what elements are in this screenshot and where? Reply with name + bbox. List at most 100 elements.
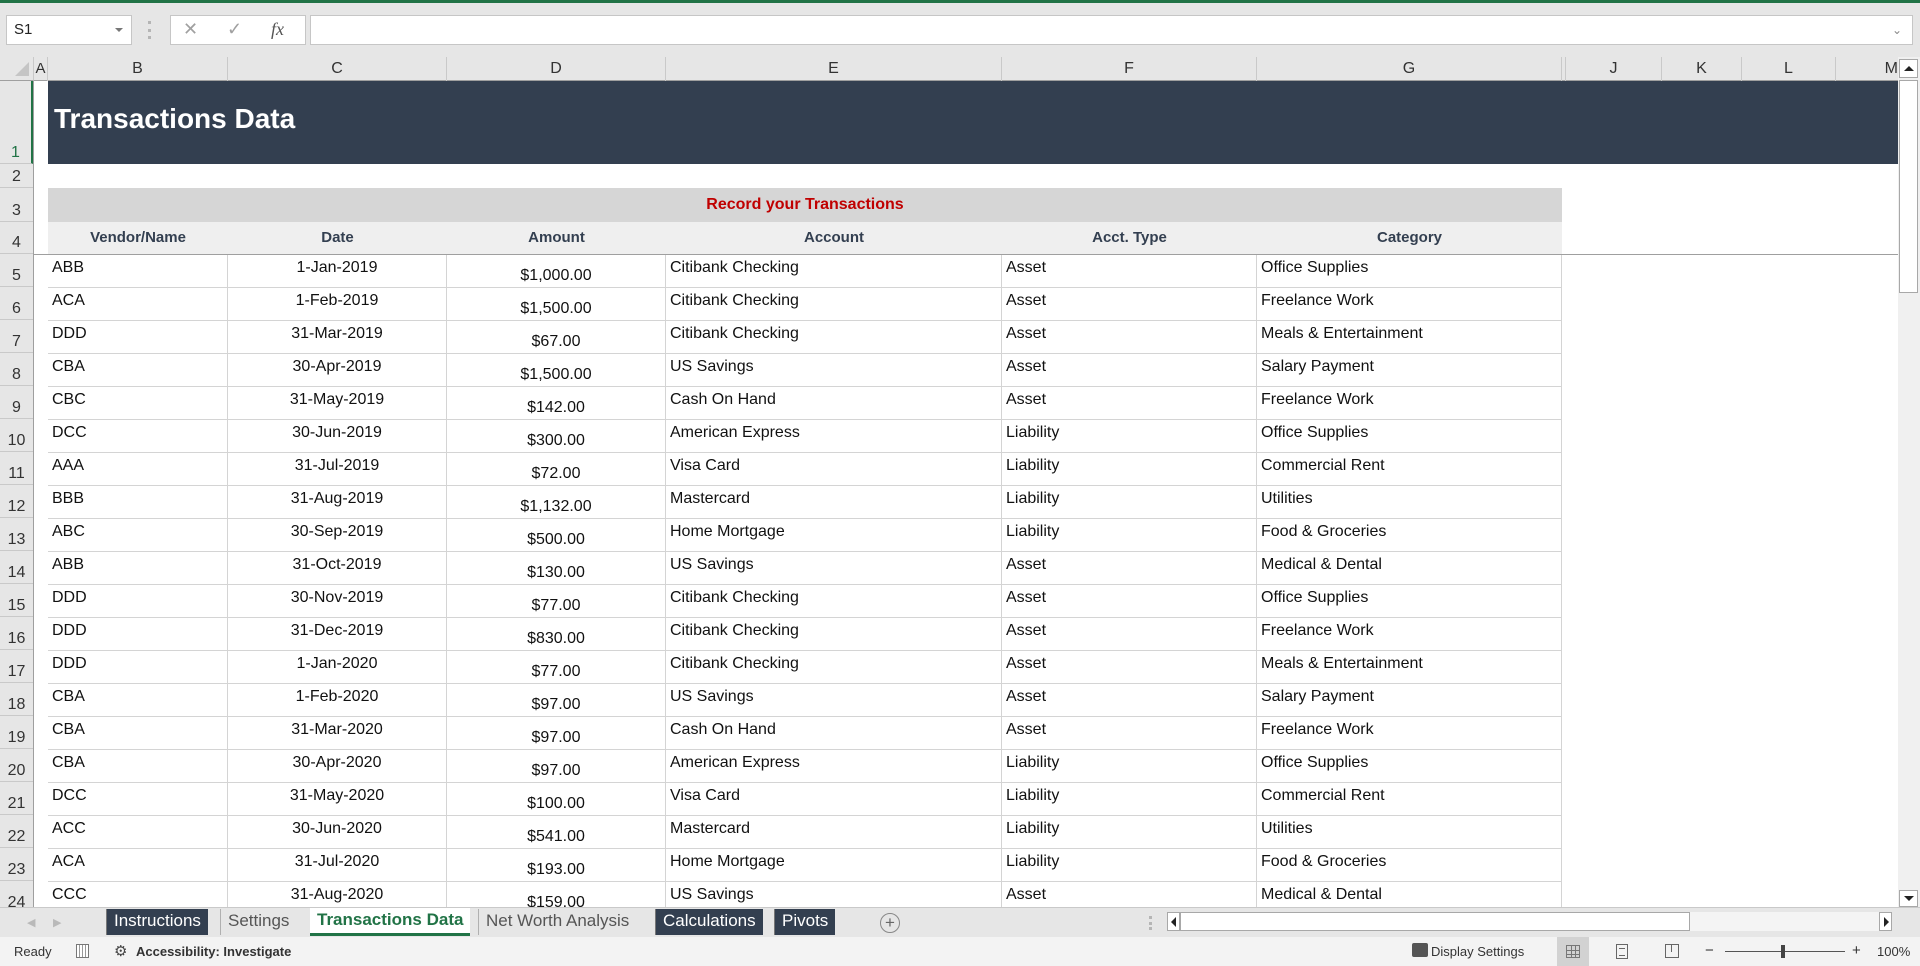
cell-amount[interactable]: $159.00	[447, 882, 666, 907]
cell-account[interactable]: Citibank Checking	[666, 321, 1002, 354]
tab-transactions-data[interactable]: Transactions Data	[310, 908, 471, 936]
header-date[interactable]: Date	[228, 229, 447, 246]
cell-amount[interactable]: $1,000.00	[447, 255, 666, 288]
cell-account[interactable]: Cash On Hand	[666, 717, 1002, 750]
cell-account[interactable]: US Savings	[666, 552, 1002, 585]
cell-acct-type[interactable]: Asset	[1002, 255, 1257, 288]
header-category[interactable]: Category	[1257, 229, 1562, 246]
cell-amount[interactable]: $1,500.00	[447, 288, 666, 321]
header-acct-type[interactable]: Acct. Type	[1002, 229, 1257, 246]
tab-settings[interactable]: Settings	[220, 909, 296, 935]
formula-bar-grip[interactable]	[148, 21, 151, 39]
accessibility-status[interactable]: Accessibility: Investigate	[136, 944, 291, 959]
cell-date[interactable]: 31-Jul-2020	[228, 849, 447, 882]
cell-account[interactable]: Cash On Hand	[666, 387, 1002, 420]
cell-category[interactable]: Freelance Work	[1257, 618, 1562, 651]
cell-amount[interactable]: $142.00	[447, 387, 666, 420]
cell-acct-type[interactable]: Asset	[1002, 387, 1257, 420]
cell-category[interactable]: Salary Payment	[1257, 684, 1562, 717]
cell-date[interactable]: 31-Dec-2019	[228, 618, 447, 651]
cell-date[interactable]: 30-Apr-2020	[228, 750, 447, 783]
header-amount[interactable]: Amount	[447, 229, 666, 246]
cell-vendor[interactable]: DDD	[48, 651, 228, 684]
cell-amount[interactable]: $77.00	[447, 651, 666, 684]
column-header-a[interactable]: A	[34, 57, 48, 81]
name-box[interactable]: S1	[6, 15, 132, 45]
cell-account[interactable]: Citibank Checking	[666, 585, 1002, 618]
cell-acct-type[interactable]: Liability	[1002, 420, 1257, 453]
column-header-e[interactable]: E	[666, 57, 1002, 81]
cell-vendor[interactable]: ABB	[48, 552, 228, 585]
cell-account[interactable]: Home Mortgage	[666, 849, 1002, 882]
cell-account[interactable]: American Express	[666, 750, 1002, 783]
row-header-12[interactable]: 12	[0, 485, 33, 518]
cell-category[interactable]: Food & Groceries	[1257, 519, 1562, 552]
cell-vendor[interactable]: DCC	[48, 420, 228, 453]
cell-acct-type[interactable]: Liability	[1002, 519, 1257, 552]
column-header-j[interactable]: J	[1566, 57, 1662, 81]
cell-category[interactable]: Office Supplies	[1257, 585, 1562, 618]
zoom-out-button[interactable]: −	[1705, 942, 1714, 959]
cell-category[interactable]: Freelance Work	[1257, 387, 1562, 420]
column-header-g[interactable]: G	[1257, 57, 1562, 81]
cell-amount[interactable]: $1,132.00	[447, 486, 666, 519]
chevron-down-icon[interactable]	[115, 28, 123, 32]
cell-amount[interactable]: $500.00	[447, 519, 666, 552]
column-header-d[interactable]: D	[447, 57, 666, 81]
row-header-11[interactable]: 11	[0, 452, 33, 485]
row-header-7[interactable]: 7	[0, 320, 33, 353]
zoom-slider-knob[interactable]	[1781, 945, 1785, 958]
cell-amount[interactable]: $100.00	[447, 783, 666, 816]
cell-category[interactable]: Freelance Work	[1257, 288, 1562, 321]
page-break-view-button[interactable]	[1655, 937, 1687, 966]
cell-vendor[interactable]: ABB	[48, 255, 228, 288]
cell-date[interactable]: 1-Feb-2019	[228, 288, 447, 321]
cell-date[interactable]: 31-May-2020	[228, 783, 447, 816]
zoom-in-button[interactable]: +	[1852, 942, 1861, 959]
cell-account[interactable]: Home Mortgage	[666, 519, 1002, 552]
column-header-k[interactable]: K	[1662, 57, 1742, 81]
cell-date[interactable]: 31-Mar-2020	[228, 717, 447, 750]
cell-category[interactable]: Freelance Work	[1257, 717, 1562, 750]
cell-category[interactable]: Meals & Entertainment	[1257, 651, 1562, 684]
cell-amount[interactable]: $830.00	[447, 618, 666, 651]
row-header-1[interactable]: 1	[0, 81, 33, 164]
row-header-5[interactable]: 5	[0, 254, 33, 287]
cell-date[interactable]: 31-Oct-2019	[228, 552, 447, 585]
cell-acct-type[interactable]: Asset	[1002, 651, 1257, 684]
cell-category[interactable]: Medical & Dental	[1257, 882, 1562, 907]
cell-date[interactable]: 1-Feb-2020	[228, 684, 447, 717]
worksheet[interactable]: Transactions Data Record your Transactio…	[34, 81, 1898, 907]
cell-amount[interactable]: $97.00	[447, 684, 666, 717]
cell-account[interactable]: US Savings	[666, 354, 1002, 387]
cell-category[interactable]: Office Supplies	[1257, 255, 1562, 288]
enter-icon[interactable]: ✓	[227, 19, 242, 40]
add-sheet-icon[interactable]: +	[880, 913, 900, 933]
cell-acct-type[interactable]: Liability	[1002, 849, 1257, 882]
row-header-15[interactable]: 15	[0, 584, 33, 617]
cell-category[interactable]: Utilities	[1257, 486, 1562, 519]
cell-account[interactable]: Citibank Checking	[666, 288, 1002, 321]
cell-vendor[interactable]: ACC	[48, 816, 228, 849]
tab-calculations[interactable]: Calculations	[655, 909, 763, 935]
cell-vendor[interactable]: CBC	[48, 387, 228, 420]
cell-account[interactable]: Visa Card	[666, 783, 1002, 816]
cell-category[interactable]: Office Supplies	[1257, 750, 1562, 783]
cell-date[interactable]: 31-Aug-2019	[228, 486, 447, 519]
row-header-17[interactable]: 17	[0, 650, 33, 683]
tab-instructions[interactable]: Instructions	[106, 909, 208, 935]
row-header-9[interactable]: 9	[0, 386, 33, 419]
cell-date[interactable]: 31-Jul-2019	[228, 453, 447, 486]
cell-category[interactable]: Medical & Dental	[1257, 552, 1562, 585]
tab-pivots[interactable]: Pivots	[774, 909, 836, 935]
cell-vendor[interactable]: CBA	[48, 717, 228, 750]
cell-account[interactable]: Citibank Checking	[666, 651, 1002, 684]
cell-vendor[interactable]: CBA	[48, 750, 228, 783]
cell-acct-type[interactable]: Asset	[1002, 618, 1257, 651]
vertical-scrollbar[interactable]	[1898, 57, 1920, 907]
cell-account[interactable]: Visa Card	[666, 453, 1002, 486]
row-header-22[interactable]: 22	[0, 815, 33, 848]
cell-vendor[interactable]: DCC	[48, 783, 228, 816]
row-header-20[interactable]: 20	[0, 749, 33, 782]
cell-acct-type[interactable]: Liability	[1002, 783, 1257, 816]
